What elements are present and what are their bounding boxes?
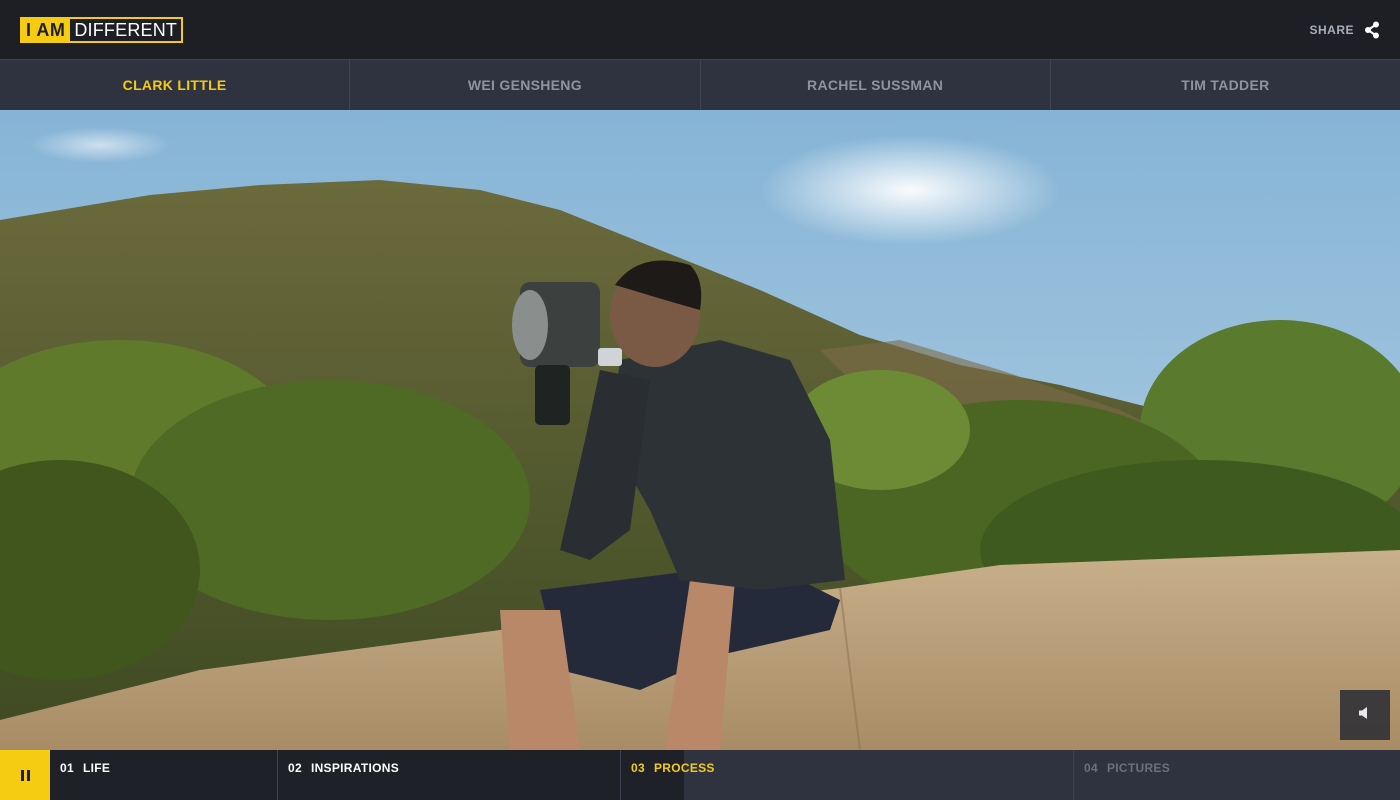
tab-wei-gensheng[interactable]: WEI GENSHENG [350,60,701,110]
chapter-title: PICTURES [1106,761,1171,775]
chapter-pictures[interactable]: 04 PICTURES [1074,750,1400,800]
chapter-number: 04 [1084,761,1098,775]
tab-rachel-sussman[interactable]: RACHEL SUSSMAN [701,60,1051,110]
tab-clark-little[interactable]: CLARK LITTLE [0,60,351,110]
chapter-number: 01 [60,761,74,775]
chapter-title: INSPIRATIONS [310,761,400,775]
header: I AM DIFFERENT SHARE [0,0,1400,60]
share-icon [1364,21,1380,39]
chapter-title: PROCESS [653,761,715,775]
pause-icon [20,769,30,781]
logo[interactable]: I AM DIFFERENT [20,17,184,43]
chapter-process[interactable]: 03 PROCESS [621,750,1074,800]
chapter-progress-fill [621,750,684,800]
logo-rest-text: DIFFERENT [74,20,178,40]
chapter-bar: 01 LIFE 02 INSPIRATIONS 03 PROCESS 04 PI… [0,750,1400,800]
share-label: SHARE [1309,23,1354,37]
share-button[interactable]: SHARE [1309,20,1380,40]
tab-tim-tadder[interactable]: TIM TADDER [1051,60,1400,110]
chapter-number: 03 [631,761,645,775]
pause-button[interactable] [0,750,50,800]
chapter-title: LIFE [82,761,111,775]
photographer-tabs: CLARK LITTLE WEI GENSHENG RACHEL SUSSMAN… [0,59,1400,110]
chapter-life[interactable]: 01 LIFE [50,750,278,800]
volume-button[interactable] [1340,690,1390,740]
chapter-number: 02 [288,761,302,775]
logo-strong-text: I AM [22,19,71,41]
chapter-inspirations[interactable]: 02 INSPIRATIONS [278,750,621,800]
video-frame[interactable] [0,110,1400,750]
volume-icon [1358,706,1372,725]
video-scene-image [0,110,1400,750]
